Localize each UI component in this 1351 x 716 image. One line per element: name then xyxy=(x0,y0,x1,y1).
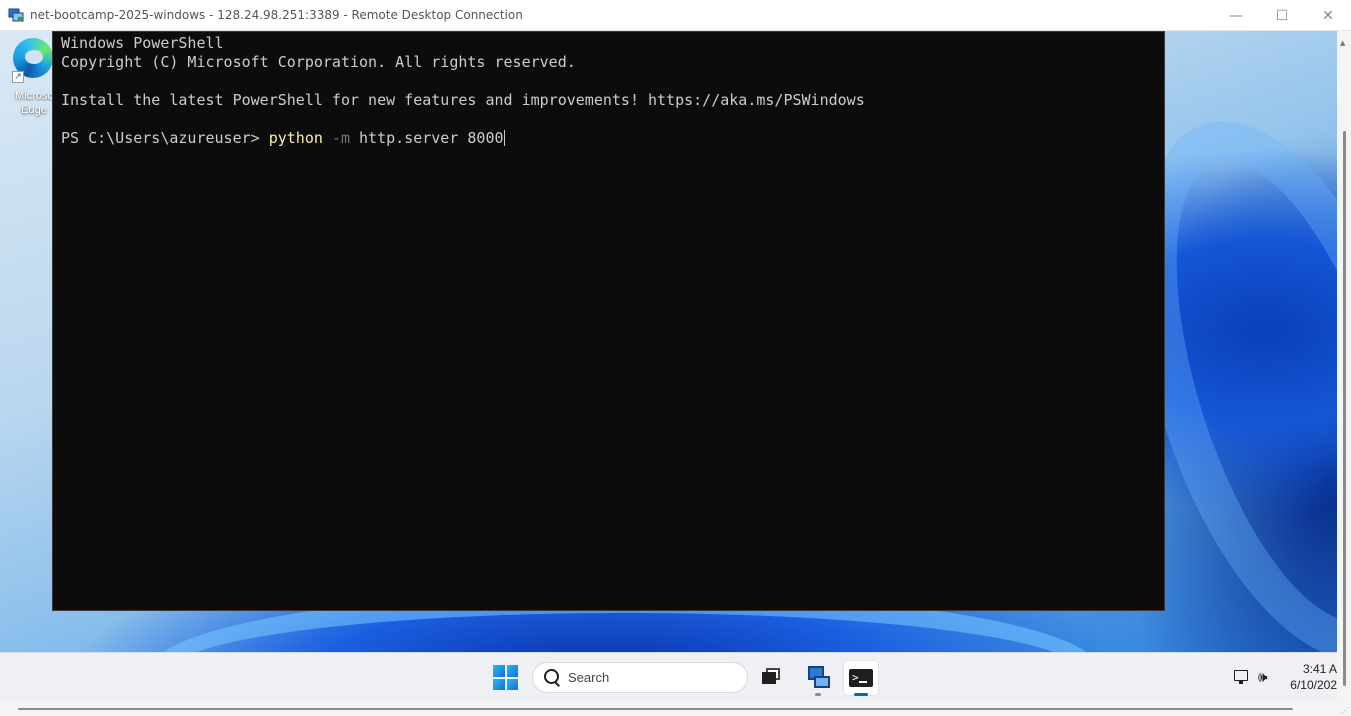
scrollbar-thumb[interactable] xyxy=(18,708,1293,710)
horizontal-scrollbar[interactable]: ⋰ xyxy=(0,702,1351,716)
command-arguments: http.server 8000 xyxy=(359,129,504,147)
remote-desktop-icon-front xyxy=(814,676,830,688)
active-indicator xyxy=(854,693,868,696)
network-icon-stand xyxy=(1239,681,1243,684)
terminal-line: Copyright (C) Microsoft Corporation. All… xyxy=(61,53,576,71)
text-cursor xyxy=(503,130,505,146)
terminal-command-line[interactable]: PS C:\Users\azureuser> python -m http.se… xyxy=(61,129,1156,148)
scroll-up-icon[interactable]: ▲ xyxy=(1340,39,1345,47)
remote-desktop-connection-icon xyxy=(8,7,24,23)
maximize-button[interactable]: ☐ xyxy=(1259,0,1305,31)
command-executable: python xyxy=(268,129,323,147)
window-title: net-bootcamp-2025-windows - 128.24.98.25… xyxy=(30,8,523,22)
terminal-line: Windows PowerShell xyxy=(61,34,224,52)
volume-icon[interactable]: 🕪 xyxy=(1258,667,1278,687)
minimize-button[interactable]: — xyxy=(1213,0,1259,31)
vertical-scrollbar[interactable]: ▲ xyxy=(1337,31,1351,702)
terminal-line: Install the latest PowerShell for new fe… xyxy=(61,91,865,109)
scrollbar-thumb[interactable] xyxy=(1343,131,1346,686)
powershell-terminal[interactable]: Windows PowerShell Copyright (C) Microso… xyxy=(52,31,1165,611)
task-view-icon-front xyxy=(762,672,776,684)
terminal-prompt: PS C:\Users\azureuser> xyxy=(61,129,269,147)
resize-grip-icon[interactable]: ⋰ xyxy=(1341,706,1349,715)
system-clock[interactable]: 3:41 A 6/10/202 xyxy=(1287,661,1337,693)
taskbar-search[interactable]: Search xyxy=(532,662,748,693)
taskbar: Search > 🕪 3:41 A 6/10/202 xyxy=(0,652,1337,702)
clock-time: 3:41 A xyxy=(1302,662,1337,676)
close-button[interactable]: ✕ xyxy=(1305,0,1351,31)
taskbar-remote-desktop[interactable] xyxy=(800,660,836,696)
desktop-shortcut-edge[interactable]: ↗ Microsc Edge xyxy=(8,35,58,125)
taskbar-terminal[interactable]: > xyxy=(843,660,879,696)
running-indicator xyxy=(815,693,821,696)
command-flag: -m xyxy=(331,129,350,147)
clock-date: 6/10/202 xyxy=(1290,678,1337,692)
network-icon[interactable] xyxy=(1233,668,1251,686)
windows-logo-icon[interactable] xyxy=(493,665,518,690)
task-view-button[interactable] xyxy=(754,660,790,696)
terminal-icon: > xyxy=(849,669,873,687)
rdp-title-bar: net-bootcamp-2025-windows - 128.24.98.25… xyxy=(0,0,1351,31)
shortcut-arrow-icon: ↗ xyxy=(12,71,24,83)
search-placeholder: Search xyxy=(568,670,610,685)
search-icon xyxy=(542,668,562,688)
network-icon-monitor xyxy=(1234,670,1248,681)
